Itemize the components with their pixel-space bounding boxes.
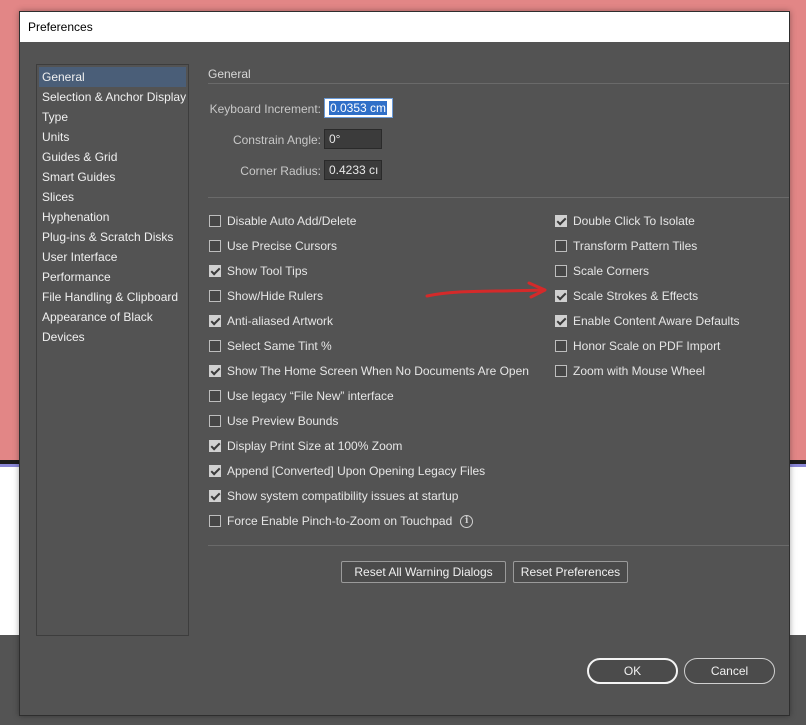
sidebar-item-units[interactable]: Units — [39, 127, 186, 147]
section-divider — [208, 83, 789, 84]
option-use-precise-cursors[interactable]: Use Precise Cursors — [209, 237, 337, 255]
option-zoom-with-mouse-wheel[interactable]: Zoom with Mouse Wheel — [555, 362, 705, 380]
sidebar-item-user-interface[interactable]: User Interface — [39, 247, 186, 267]
checkbox[interactable] — [209, 415, 221, 427]
category-list: General Selection & Anchor Display Type … — [36, 64, 189, 636]
cancel-button[interactable]: Cancel — [684, 658, 775, 684]
dialog-title[interactable]: Preferences — [20, 12, 789, 42]
option-label[interactable]: Use Precise Cursors — [227, 239, 337, 253]
checkbox[interactable] — [209, 465, 221, 477]
option-label[interactable]: Double Click To Isolate — [573, 214, 695, 228]
option-label[interactable]: Show Tool Tips — [227, 264, 308, 278]
option-show-tool-tips[interactable]: Show Tool Tips — [209, 262, 308, 280]
sidebar-item-file-handling[interactable]: File Handling & Clipboard — [39, 287, 186, 307]
sidebar-item-type[interactable]: Type — [39, 107, 186, 127]
sidebar-item-performance[interactable]: Performance — [39, 267, 186, 287]
keyboard-increment-input[interactable]: 0.0353 cm — [324, 98, 393, 118]
checkbox[interactable] — [209, 365, 221, 377]
option-label[interactable]: Honor Scale on PDF Import — [573, 339, 720, 353]
option-label[interactable]: Zoom with Mouse Wheel — [573, 364, 705, 378]
option-show-the-home-screen-when-no-documents-are-open[interactable]: Show The Home Screen When No Documents A… — [209, 362, 529, 380]
red-arrow-annotation — [425, 281, 547, 299]
sidebar-item-appearance-black[interactable]: Appearance of Black — [39, 307, 186, 327]
sidebar-item-smart-guides[interactable]: Smart Guides — [39, 167, 186, 187]
option-transform-pattern-tiles[interactable]: Transform Pattern Tiles — [555, 237, 697, 255]
option-label[interactable]: Transform Pattern Tiles — [573, 239, 697, 253]
option-label[interactable]: Use Preview Bounds — [227, 414, 338, 428]
option-label[interactable]: Disable Auto Add/Delete — [227, 214, 356, 228]
option-disable-auto-add-delete[interactable]: Disable Auto Add/Delete — [209, 212, 356, 230]
constrain-angle-label: Constrain Angle: — [232, 133, 321, 147]
option-double-click-to-isolate[interactable]: Double Click To Isolate — [555, 212, 695, 230]
sidebar-item-selection-anchor[interactable]: Selection & Anchor Display — [39, 87, 186, 107]
option-show-system-compatibility-issues-at-startup[interactable]: Show system compatibility issues at star… — [209, 487, 458, 505]
option-use-legacy-file-new-interface[interactable]: Use legacy “File New” interface — [209, 387, 394, 405]
checkbox[interactable] — [555, 240, 567, 252]
option-use-preview-bounds[interactable]: Use Preview Bounds — [209, 412, 338, 430]
keyboard-increment-label: Keyboard Increment: — [209, 102, 321, 116]
option-label[interactable]: Show The Home Screen When No Documents A… — [227, 364, 529, 378]
option-label[interactable]: Scale Strokes & Effects — [573, 289, 698, 303]
option-show-hide-rulers[interactable]: Show/Hide Rulers — [209, 287, 323, 305]
checkbox[interactable] — [209, 215, 221, 227]
checkbox[interactable] — [209, 265, 221, 277]
sidebar-item-guides-grid[interactable]: Guides & Grid — [39, 147, 186, 167]
checkbox[interactable] — [555, 265, 567, 277]
option-label[interactable]: Enable Content Aware Defaults — [573, 314, 740, 328]
options-divider-bottom — [208, 545, 789, 546]
option-label[interactable]: Show system compatibility issues at star… — [227, 489, 458, 503]
option-enable-content-aware-defaults[interactable]: Enable Content Aware Defaults — [555, 312, 740, 330]
reset-warning-dialogs-button[interactable]: Reset All Warning Dialogs — [341, 561, 506, 583]
option-label[interactable]: Display Print Size at 100% Zoom — [227, 439, 402, 453]
constrain-angle-input[interactable]: 0° — [324, 129, 382, 149]
preferences-dialog: Preferences General Selection & Anchor D… — [19, 11, 790, 716]
option-scale-strokes-effects[interactable]: Scale Strokes & Effects — [555, 287, 698, 305]
sidebar-item-slices[interactable]: Slices — [39, 187, 186, 207]
sidebar-item-devices[interactable]: Devices — [39, 327, 186, 347]
option-append-converted-upon-opening-legacy-files[interactable]: Append [Converted] Upon Opening Legacy F… — [209, 462, 485, 480]
checkbox[interactable] — [209, 390, 221, 402]
corner-radius-label: Corner Radius: — [240, 164, 321, 178]
option-label[interactable]: Append [Converted] Upon Opening Legacy F… — [227, 464, 485, 478]
checkbox[interactable] — [555, 290, 567, 302]
checkbox[interactable] — [209, 515, 221, 527]
checkbox[interactable] — [209, 340, 221, 352]
option-label[interactable]: Force Enable Pinch-to-Zoom on Touchpad — [227, 514, 452, 528]
option-label[interactable]: Use legacy “File New” interface — [227, 389, 394, 403]
checkbox[interactable] — [555, 340, 567, 352]
checkbox[interactable] — [209, 290, 221, 302]
checkbox[interactable] — [209, 490, 221, 502]
checkbox[interactable] — [555, 365, 567, 377]
ok-button[interactable]: OK — [587, 658, 678, 684]
option-display-print-size-at-100-zoom[interactable]: Display Print Size at 100% Zoom — [209, 437, 402, 455]
section-title: General — [208, 67, 251, 81]
option-force-enable-pinch-to-zoom-on-touchpad[interactable]: Force Enable Pinch-to-Zoom on Touchpad i — [209, 512, 474, 530]
option-label[interactable]: Select Same Tint % — [227, 339, 332, 353]
options-divider-top — [208, 197, 789, 198]
checkbox[interactable] — [555, 215, 567, 227]
option-label[interactable]: Scale Corners — [573, 264, 649, 278]
option-label[interactable]: Show/Hide Rulers — [227, 289, 323, 303]
checkbox[interactable] — [209, 240, 221, 252]
reset-preferences-button[interactable]: Reset Preferences — [513, 561, 628, 583]
checkbox[interactable] — [209, 315, 221, 327]
info-icon[interactable]: i — [460, 514, 474, 528]
sidebar-item-plugins[interactable]: Plug-ins & Scratch Disks — [39, 227, 186, 247]
keyboard-increment-value: 0.0353 cm — [329, 101, 388, 115]
option-scale-corners[interactable]: Scale Corners — [555, 262, 649, 280]
option-honor-scale-on-pdf-import[interactable]: Honor Scale on PDF Import — [555, 337, 720, 355]
checkbox[interactable] — [555, 315, 567, 327]
checkbox[interactable] — [209, 440, 221, 452]
corner-radius-input[interactable]: 0.4233 cı — [324, 160, 382, 180]
option-anti-aliased-artwork[interactable]: Anti-aliased Artwork — [209, 312, 333, 330]
sidebar-item-hyphenation[interactable]: Hyphenation — [39, 207, 186, 227]
sidebar-item-general[interactable]: General — [39, 67, 186, 87]
option-label[interactable]: Anti-aliased Artwork — [227, 314, 333, 328]
option-select-same-tint[interactable]: Select Same Tint % — [209, 337, 332, 355]
